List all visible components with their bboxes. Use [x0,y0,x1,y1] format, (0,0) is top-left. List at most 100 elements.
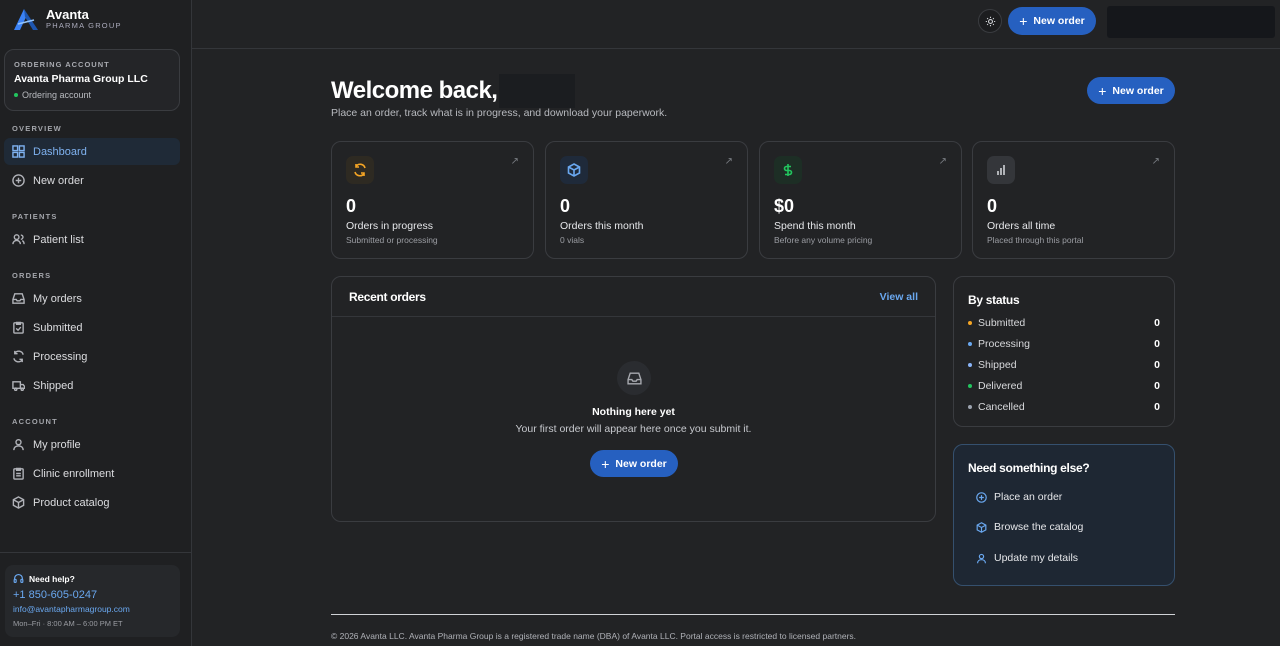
nav-section-orders: ORDERS [12,271,52,280]
package-icon [12,496,25,509]
sun-icon [985,16,995,26]
dollar-icon [783,164,793,176]
update-details-link[interactable]: Update my details [976,552,1078,564]
account-name: Avanta Pharma Group LLC [14,73,148,85]
button-label: New order [1112,84,1164,97]
sidebar-item-product-catalog[interactable]: Product catalog [4,489,180,516]
sidebar: Avanta PHARMA GROUP ORDERING ACCOUNT Ava… [0,0,192,646]
footer-copyright: © 2026 Avanta LLC. Avanta Pharma Group i… [331,631,857,641]
need-something-else-panel: Need something else? Place an order Brow… [953,444,1175,586]
place-order-link[interactable]: Place an order [976,491,1062,503]
stat-value: 0 [560,196,571,216]
topbar-new-order-button[interactable]: + New order [1008,7,1096,35]
by-status-panel: By status Submitted 0 Processing 0 Shipp… [953,276,1175,427]
status-label: Processing [978,338,1030,350]
status-row-submitted: Submitted 0 [968,317,1160,329]
user-icon [13,438,24,451]
page-title: Welcome back, [331,74,576,108]
status-dot-icon [968,405,972,409]
status-label: Delivered [978,380,1023,392]
status-row-delivered: Delivered 0 [968,380,1160,392]
brand-name: Avanta [46,7,89,22]
sidebar-item-label: Clinic enrollment [33,467,115,480]
arrow-up-right-icon: ↗ [1151,156,1160,167]
account-status: Ordering account [14,90,170,100]
help-card: Need help? +1 850-605-0247 info@avantaph… [5,565,180,637]
link-label: Browse the catalog [994,521,1084,533]
inbox-icon [12,293,25,304]
status-label: Shipped [978,359,1017,371]
status-label: Cancelled [978,401,1025,413]
grid-icon [12,145,25,158]
account-label: ORDERING ACCOUNT [14,60,110,69]
help-phone-link[interactable]: +1 850-605-0247 [13,589,172,601]
status-count: 0 [1154,401,1160,413]
account-card[interactable]: ORDERING ACCOUNT Avanta Pharma Group LLC… [4,49,180,111]
stat-value: $0 [774,196,795,216]
sidebar-item-dashboard[interactable]: Dashboard [4,138,180,165]
inbox-icon [626,371,642,385]
bar-chart-icon [997,165,1005,175]
brand-sub: PHARMA GROUP [46,21,122,30]
view-all-link[interactable]: View all [880,291,918,303]
status-dot-icon [14,93,18,97]
sidebar-item-new-order[interactable]: New order [4,167,180,194]
empty-state-title: Nothing here yet [592,406,675,418]
user-icon [976,553,987,563]
stat-sub: Placed through this portal [987,235,1084,245]
user-menu-redacted[interactable] [1107,6,1275,38]
sidebar-item-patient-list[interactable]: Patient list [4,226,180,253]
plus-circle-icon [12,174,25,187]
stat-icon-box [987,156,1015,184]
status-label: Submitted [978,317,1026,329]
stat-value: 0 [987,196,998,216]
sidebar-item-clinic-enrollment[interactable]: Clinic enrollment [4,460,180,487]
stat-card-spend[interactable]: ↗ $0 Spend this month Before any volume … [759,141,962,259]
truck-icon [12,381,25,392]
browse-catalog-link[interactable]: Browse the catalog [976,521,1083,533]
sidebar-item-my-profile[interactable]: My profile [4,431,180,458]
theme-toggle-button[interactable] [978,9,1002,33]
sidebar-item-processing[interactable]: Processing [4,343,180,370]
status-count: 0 [1154,380,1160,392]
help-title-row: Need help? [13,573,172,584]
stat-card-in-progress[interactable]: ↗ 0 Orders in progress Submitted or proc… [331,141,534,259]
plus-icon: + [1019,13,1028,29]
nav-section-account: ACCOUNT [12,417,58,426]
button-label: New order [615,457,667,470]
header-new-order-button[interactable]: + New order [1087,77,1175,104]
plus-circle-icon [976,491,987,503]
sidebar-item-shipped[interactable]: Shipped [4,372,180,399]
sidebar-item-label: Shipped [33,379,74,392]
nav-section-patients: PATIENTS [12,212,58,221]
sidebar-item-label: My profile [33,438,81,451]
refresh-icon [354,163,366,177]
sidebar-item-my-orders[interactable]: My orders [4,285,180,312]
headset-icon [13,573,24,584]
status-count: 0 [1154,359,1160,371]
recent-orders-title: Recent orders [349,289,426,304]
help-hours: Mon–Fri · 8:00 AM – 6:00 PM ET [13,619,123,628]
arrow-up-right-icon: ↗ [510,156,519,167]
sidebar-item-label: My orders [33,292,82,305]
sidebar-item-submitted[interactable]: Submitted [4,314,180,341]
clipboard-icon [13,467,24,480]
help-email-link[interactable]: info@avantapharmagroup.com [13,604,172,614]
brand-logo[interactable]: Avanta PHARMA GROUP [12,6,122,32]
users-icon [12,234,25,245]
by-status-title: By status [968,293,1020,307]
sidebar-item-label: Submitted [33,321,83,334]
top-bar: + New order [192,0,1280,49]
status-row-shipped: Shipped 0 [968,359,1160,371]
stat-card-this-month[interactable]: ↗ 0 Orders this month 0 vials [545,141,748,259]
arrow-up-right-icon: ↗ [938,156,947,167]
refresh-icon [13,350,24,363]
help-title: Need help? [29,573,75,584]
button-label: New order [1033,15,1085,27]
status-count: 0 [1154,338,1160,350]
stat-card-all-time[interactable]: ↗ 0 Orders all time Placed through this … [972,141,1175,259]
empty-state-icon-box [617,361,651,395]
stat-sub: Submitted or processing [346,235,438,245]
status-dot-icon [968,342,972,346]
empty-new-order-button[interactable]: + New order [590,450,678,477]
